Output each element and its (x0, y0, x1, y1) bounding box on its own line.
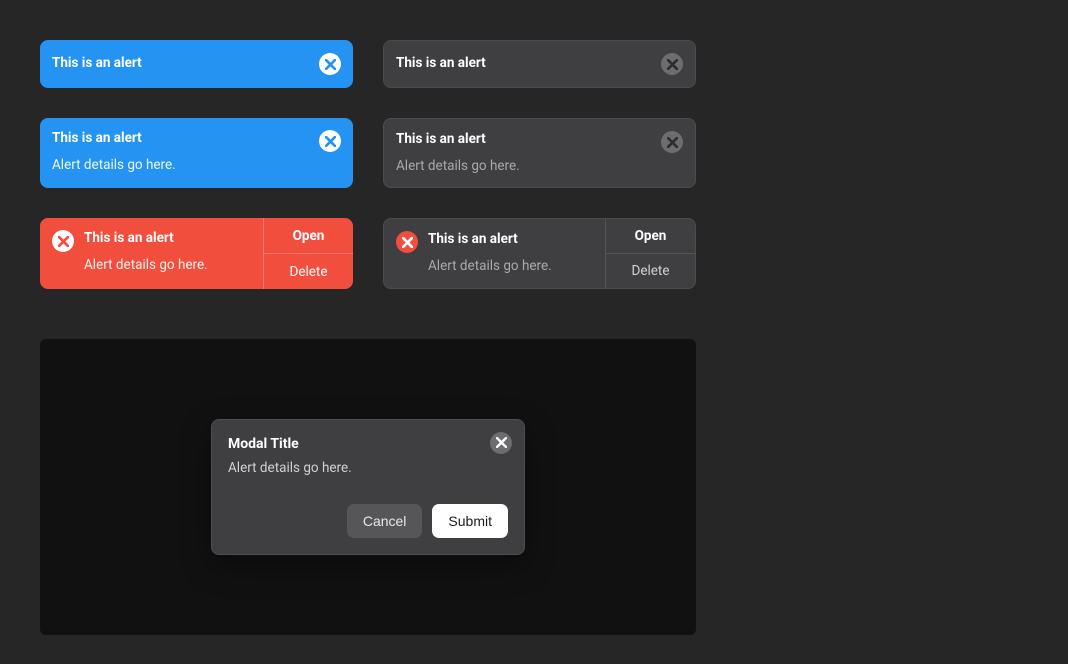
alert-text: This is an alert Alert details go here. (84, 230, 251, 274)
alert-body: This is an alert Alert details go here. (384, 119, 695, 187)
alert-title: This is an alert (84, 230, 251, 248)
close-icon[interactable] (661, 53, 683, 75)
modal-backdrop: Modal Title Alert details go here. Cance… (40, 339, 696, 635)
close-icon[interactable] (319, 53, 341, 75)
alert-description: Alert details go here. (396, 157, 651, 176)
error-icon (396, 231, 418, 253)
modal-title: Modal Title (228, 436, 508, 452)
alert-title: This is an alert (52, 55, 309, 73)
alert-text: This is an alert (52, 55, 309, 73)
alert-body: This is an alert Alert details go here. (40, 218, 263, 288)
error-icon (52, 230, 74, 252)
submit-button[interactable]: Submit (432, 504, 508, 538)
alert-neutral-detail: This is an alert Alert details go here. (383, 118, 696, 188)
delete-button[interactable]: Delete (263, 253, 353, 289)
alert-neutral-danger-actions: This is an alert Alert details go here. … (383, 218, 696, 288)
alert-neutral-simple: This is an alert (383, 40, 696, 88)
alert-text: This is an alert Alert details go here. (52, 130, 309, 174)
alert-body: This is an alert Alert details go here. (40, 118, 353, 188)
close-icon[interactable] (319, 130, 341, 152)
alert-actions: Open Delete (605, 219, 695, 287)
alert-title: This is an alert (396, 131, 651, 149)
close-icon[interactable] (490, 432, 512, 454)
open-button[interactable]: Open (263, 218, 353, 253)
alert-text: This is an alert Alert details go here. (428, 231, 593, 275)
close-icon[interactable] (661, 131, 683, 153)
alert-text: This is an alert (396, 55, 651, 73)
alert-body: This is an alert (384, 41, 695, 87)
alert-title: This is an alert (52, 130, 309, 148)
alert-description: Alert details go here. (84, 256, 251, 275)
alert-body: This is an alert Alert details go here. (384, 219, 605, 287)
alert-info-simple: This is an alert (40, 40, 353, 88)
alert-description: Alert details go here. (52, 156, 309, 175)
alert-actions: Open Delete (263, 218, 353, 288)
modal-footer: Cancel Submit (228, 504, 508, 538)
delete-button[interactable]: Delete (605, 253, 695, 288)
modal: Modal Title Alert details go here. Cance… (211, 419, 525, 555)
open-button[interactable]: Open (605, 219, 695, 253)
cancel-button[interactable]: Cancel (347, 504, 423, 538)
alert-body: This is an alert (40, 40, 353, 88)
alert-title: This is an alert (396, 55, 651, 73)
modal-description: Alert details go here. (228, 460, 508, 476)
alert-text: This is an alert Alert details go here. (396, 131, 651, 175)
alert-info-detail: This is an alert Alert details go here. (40, 118, 353, 188)
alert-grid: This is an alert This is an alert This i… (40, 40, 1028, 289)
alert-description: Alert details go here. (428, 257, 593, 276)
alert-title: This is an alert (428, 231, 593, 249)
alert-danger-actions: This is an alert Alert details go here. … (40, 218, 353, 288)
